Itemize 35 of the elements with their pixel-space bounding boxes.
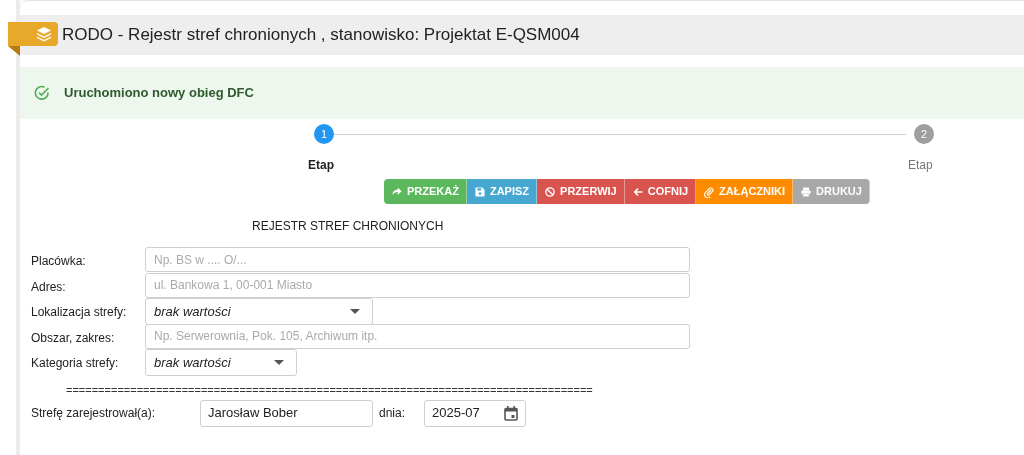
calendar-icon[interactable] — [504, 405, 518, 421]
action-button[interactable]: COFNIJ — [624, 179, 697, 204]
action-button[interactable]: PRZEKAŻ — [384, 179, 467, 204]
separator-text: ================================================================================== — [66, 382, 594, 397]
date-field[interactable]: 2025-07 — [424, 399, 526, 427]
text-field[interactable]: ul. Bankowa 1, 00-001 Miasto — [145, 272, 690, 298]
text-field[interactable]: Np. BS w .... O/... — [145, 247, 690, 272]
action-button[interactable]: ZAŁĄCZNIKI — [696, 179, 794, 204]
field-label: Adres: — [31, 278, 67, 296]
field-label: Placówka: — [31, 253, 87, 270]
field-label: Obszar, zakres: — [31, 329, 116, 347]
field-label: dnia: — [379, 405, 407, 422]
step-number[interactable]: 1 — [314, 124, 334, 144]
step-label: Etap — [908, 157, 933, 174]
field-label: Lokalizacja strefy: — [31, 304, 128, 321]
field-label: Kategoria strefy: — [31, 355, 120, 372]
action-button[interactable]: PRZERWIJ — [537, 179, 625, 204]
field-label: Strefę zarejestrował(a): — [31, 405, 157, 422]
printer-icon — [800, 185, 813, 198]
action-button[interactable]: ZAPISZ — [466, 179, 538, 204]
paperclip-icon — [703, 185, 716, 198]
check-circle-icon — [34, 85, 50, 101]
step-label: Etap — [308, 157, 334, 174]
caret-icon — [350, 309, 360, 314]
form-title: REJESTR STREF CHRONIONYCH — [252, 218, 445, 235]
text-field[interactable]: Np. Serwerownia, Pok. 105, Archiwum itp. — [145, 323, 690, 349]
arrow-left-icon — [631, 185, 644, 198]
ban-icon — [544, 185, 557, 198]
dropdown[interactable]: brak wartości — [145, 298, 373, 325]
caret-icon — [274, 360, 284, 365]
text-field[interactable]: Jarosław Bober — [200, 399, 373, 427]
step-number[interactable]: 2 — [914, 124, 934, 144]
dropdown[interactable]: brak wartości — [145, 349, 297, 376]
alert-message: Uruchomiono nowy obieg DFC — [64, 84, 254, 103]
page-title: RODO - Rejestr stref chronionych , stanowisko: Projektat E-QSM004 — [62, 24, 580, 47]
